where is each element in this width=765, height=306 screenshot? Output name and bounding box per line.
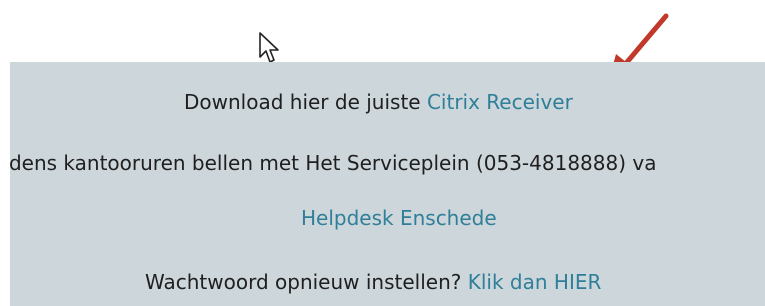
- serviceplein-line: tijdens kantooruren bellen met Het Servi…: [10, 151, 656, 175]
- password-reset-text: Wachtwoord opnieuw instellen?: [145, 270, 468, 294]
- serviceplein-text: tijdens kantooruren bellen met Het Servi…: [10, 151, 657, 175]
- password-reset-line: Wachtwoord opnieuw instellen? Klik dan H…: [145, 270, 601, 294]
- citrix-receiver-link[interactable]: Citrix Receiver: [427, 90, 573, 114]
- helpdesk-line: Helpdesk Enschede: [301, 206, 497, 230]
- download-line: Download hier de juiste Citrix Receiver: [184, 90, 573, 114]
- page: { "download": { "prefix": "Download hier…: [0, 0, 765, 306]
- mouse-pointer-icon: [259, 32, 279, 63]
- download-text: Download hier de juiste: [184, 90, 427, 114]
- info-panel: Download hier de juiste Citrix Receiver …: [10, 62, 765, 306]
- helpdesk-enschede-link[interactable]: Helpdesk Enschede: [301, 206, 497, 230]
- password-reset-link[interactable]: Klik dan HIER: [468, 270, 602, 294]
